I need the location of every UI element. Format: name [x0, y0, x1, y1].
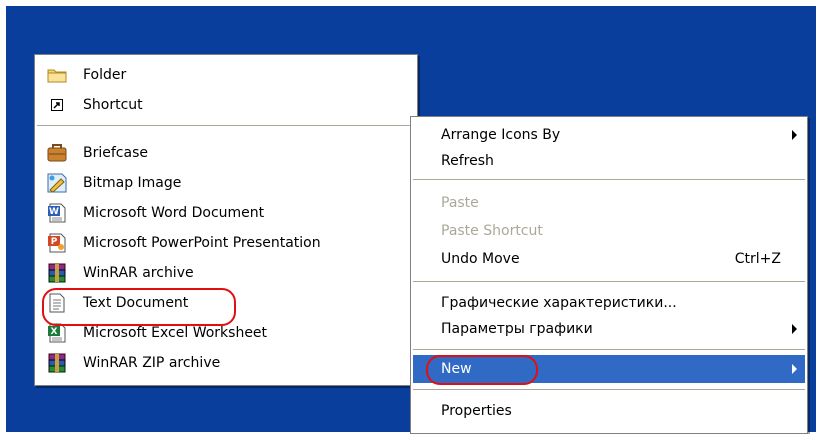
submenu-item-bitmap-image[interactable]: Bitmap Image	[37, 169, 415, 197]
submenu-item-label: Microsoft PowerPoint Presentation	[83, 235, 321, 251]
keyboard-shortcut: Ctrl+Z	[734, 251, 781, 267]
menu-separator	[413, 389, 805, 390]
menu-item-graphics-properties[interactable]: Графические характеристики...	[413, 289, 805, 317]
submenu-item-word-document[interactable]: W Microsoft Word Document	[37, 199, 415, 227]
menu-separator	[37, 125, 415, 126]
menu-item-label: Undo Move	[441, 251, 520, 267]
submenu-item-text-document[interactable]: Text Document	[37, 289, 415, 317]
menu-item-new[interactable]: New	[413, 355, 805, 383]
shortcut-icon	[47, 95, 67, 115]
menu-item-graphics-options[interactable]: Параметры графики	[413, 315, 805, 343]
svg-text:W: W	[49, 207, 59, 217]
submenu-item-label: Microsoft Excel Worksheet	[83, 325, 268, 341]
submenu-item-label: Folder	[83, 67, 127, 83]
submenu-item-label: Microsoft Word Document	[83, 205, 265, 221]
menu-item-undo-move[interactable]: Undo Move Ctrl+Z	[413, 245, 805, 273]
menu-item-paste-shortcut[interactable]: Paste Shortcut	[413, 217, 805, 245]
menu-item-arrange-icons-by[interactable]: Arrange Icons By	[413, 121, 805, 149]
submenu-item-label: WinRAR archive	[83, 265, 194, 281]
excel-worksheet-icon: X	[47, 323, 67, 343]
submenu-arrow-icon	[792, 364, 797, 374]
new-submenu: Folder Shortcut Briefcase Bitmap Image W…	[34, 54, 418, 386]
submenu-item-label: Shortcut	[83, 97, 143, 113]
submenu-item-folder[interactable]: Folder	[37, 61, 415, 89]
desktop-context-menu: Arrange Icons By Refresh Paste Paste Sho…	[410, 116, 808, 434]
winrar-zip-icon	[47, 353, 67, 373]
submenu-item-label: Bitmap Image	[83, 175, 182, 191]
folder-icon	[47, 65, 67, 85]
menu-item-refresh[interactable]: Refresh	[413, 147, 805, 175]
svg-text:X: X	[51, 327, 58, 337]
menu-item-label: Paste	[441, 195, 479, 211]
menu-separator	[413, 281, 805, 282]
submenu-item-label: Briefcase	[83, 145, 148, 161]
menu-item-paste[interactable]: Paste	[413, 189, 805, 217]
menu-item-label: Paste Shortcut	[441, 223, 543, 239]
bitmap-image-icon	[47, 173, 67, 193]
menu-item-properties[interactable]: Properties	[413, 397, 805, 425]
menu-item-label: Arrange Icons By	[441, 127, 561, 143]
winrar-archive-icon	[47, 263, 67, 283]
submenu-arrow-icon	[792, 324, 797, 334]
submenu-item-winrar-zip-archive[interactable]: WinRAR ZIP archive	[37, 349, 415, 377]
powerpoint-icon: P	[47, 233, 67, 253]
submenu-item-label: Text Document	[83, 295, 189, 311]
submenu-arrow-icon	[792, 130, 797, 140]
menu-item-label: New	[441, 361, 472, 377]
menu-item-label: Refresh	[441, 153, 494, 169]
word-document-icon: W	[47, 203, 67, 223]
menu-item-label: Properties	[441, 403, 512, 419]
menu-separator	[413, 349, 805, 350]
menu-item-label: Параметры графики	[441, 321, 593, 337]
menu-separator	[413, 179, 805, 180]
submenu-item-powerpoint-presentation[interactable]: P Microsoft PowerPoint Presentation	[37, 229, 415, 257]
submenu-item-excel-worksheet[interactable]: X Microsoft Excel Worksheet	[37, 319, 415, 347]
menu-item-label: Графические характеристики...	[441, 295, 677, 311]
briefcase-icon	[47, 143, 67, 163]
submenu-item-briefcase[interactable]: Briefcase	[37, 139, 415, 167]
submenu-item-shortcut[interactable]: Shortcut	[37, 91, 415, 119]
submenu-item-label: WinRAR ZIP archive	[83, 355, 221, 371]
svg-text:P: P	[51, 237, 58, 247]
submenu-item-winrar-archive[interactable]: WinRAR archive	[37, 259, 415, 287]
text-document-icon	[47, 293, 67, 313]
